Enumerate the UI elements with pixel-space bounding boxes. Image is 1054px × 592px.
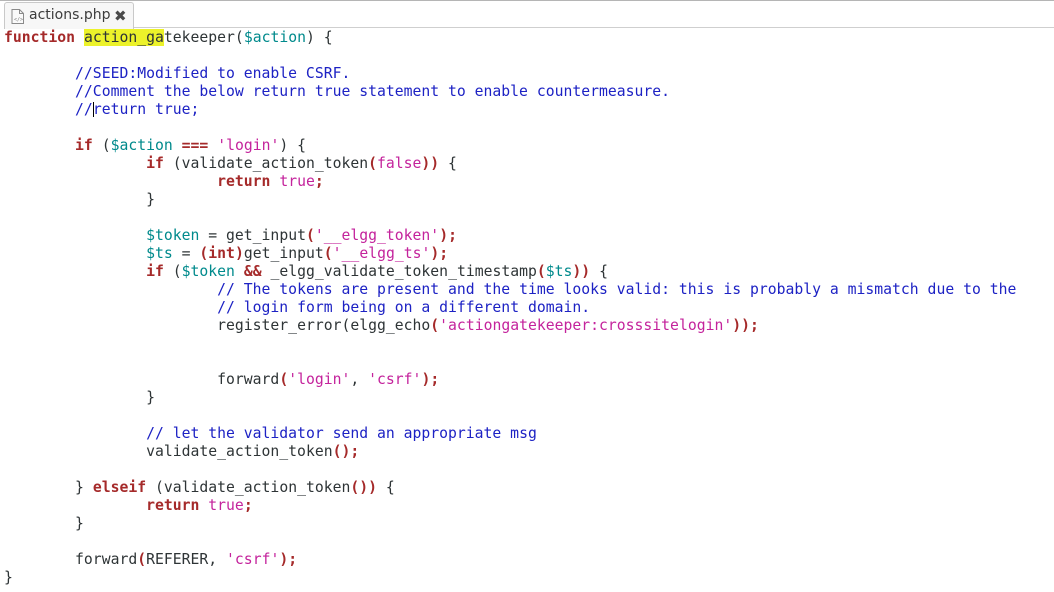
tab-label: actions.php [29, 7, 111, 23]
svg-text:</>: </> [14, 17, 23, 23]
code-line-31: } [4, 569, 13, 586]
code-line-10: } [146, 191, 155, 208]
code-line-3: //SEED:Modified to enable CSRF. [75, 65, 351, 82]
code-line-16: // login form being on a different domai… [217, 299, 591, 316]
code-line-27: return true; [146, 497, 253, 514]
code-line-1: function action_gatekeeper($action) { [4, 29, 333, 46]
code-line-21: } [146, 389, 155, 406]
code-line-12: $token = get_input('__elgg_token'); [146, 227, 457, 244]
code-line-7: if ($action === 'login') { [75, 137, 307, 154]
document-icon: </> [11, 9, 24, 24]
code-line-26: } elseif (validate_action_token()) { [75, 479, 395, 496]
search-highlight: action_ga [83, 29, 164, 46]
code-editor[interactable]: function action_gatekeeper($action) { //… [0, 29, 1054, 592]
code-line-28: } [75, 515, 84, 532]
code-line-20: forward('login', 'csrf'); [217, 371, 440, 388]
code-line-30: forward(REFERER, 'csrf'); [75, 551, 298, 568]
code-line-4: //Comment the below return true statemen… [75, 83, 671, 100]
code-line-17: register_error(elgg_echo('actiongatekeep… [217, 317, 759, 334]
tab-bar: </> actions.php ✖ [0, 0, 1054, 29]
tab-actions-php[interactable]: </> actions.php ✖ [4, 2, 134, 29]
code-line-15: // The tokens are present and the time l… [217, 281, 1017, 298]
code-line-13: $ts = (int)get_input('__elgg_ts'); [146, 245, 449, 262]
code-line-9: return true; [217, 173, 324, 190]
code-line-8: if (validate_action_token(false)) { [146, 155, 457, 172]
code-line-23: // let the validator send an appropriate… [146, 425, 537, 442]
close-x-icon[interactable]: ✖ [114, 7, 127, 25]
code-line-5: //return true; [75, 101, 200, 118]
code-line-14: if ($token && _elgg_validate_token_times… [146, 263, 608, 280]
code-text: function action_gatekeeper($action) { //… [4, 29, 1016, 587]
code-line-24: validate_action_token(); [146, 443, 360, 460]
